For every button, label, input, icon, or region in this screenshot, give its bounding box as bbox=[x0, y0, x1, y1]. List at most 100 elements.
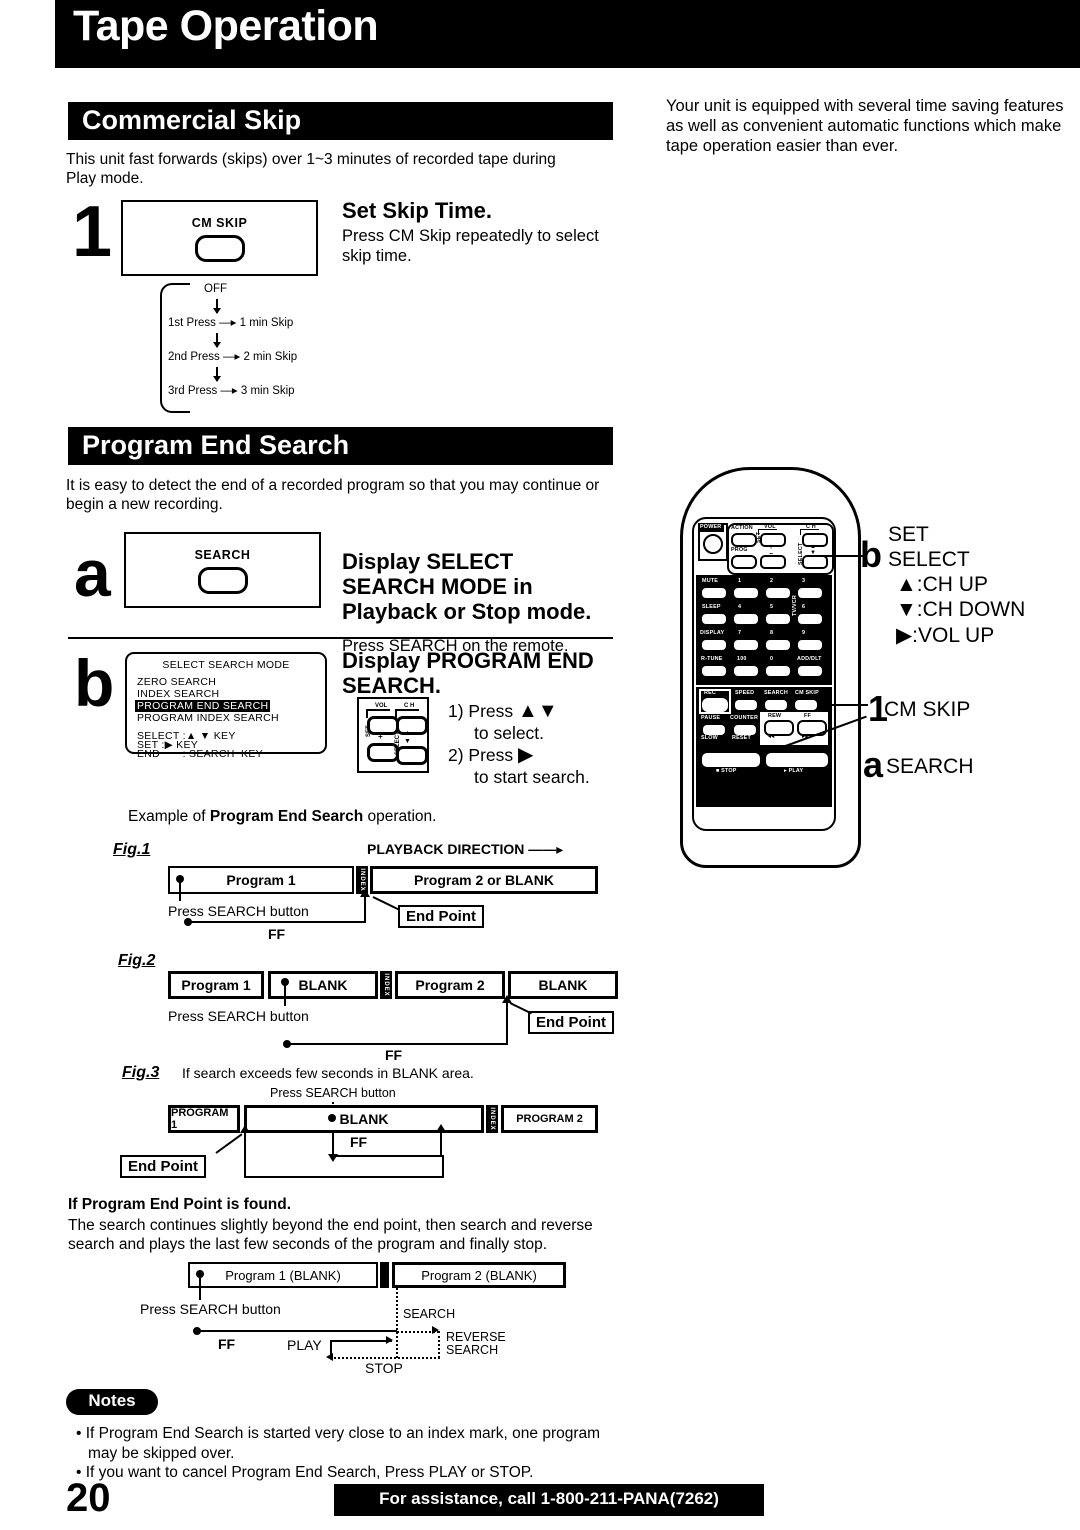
r-tune-button[interactable] bbox=[700, 664, 728, 678]
cm-skip-button-remote[interactable] bbox=[793, 698, 819, 712]
display-label: DISPLAY bbox=[700, 630, 725, 636]
vol-minus-label-remote: − bbox=[769, 551, 774, 558]
ch-down-button-remote[interactable] bbox=[802, 555, 828, 569]
cm-skip-label-remote: CM SKIP bbox=[795, 690, 819, 696]
remote-control-illustration: POWER ACTION PROG VOL + SET − C H ▲ SELE… bbox=[660, 455, 1080, 885]
flow-arrow-1-icon bbox=[213, 299, 221, 314]
section-title-program-end-search: Program End Search bbox=[82, 430, 350, 460]
flow-result-3-label: 3 min Skip bbox=[240, 385, 295, 397]
callout-1-leader bbox=[820, 704, 868, 706]
num1-button[interactable] bbox=[732, 586, 760, 600]
footer-assistance-text: For assistance, call 1-800-211-PANA(7262… bbox=[379, 1489, 719, 1508]
num0-button[interactable] bbox=[764, 664, 792, 678]
fig2-label: Fig.2 bbox=[118, 952, 156, 969]
fig3-return-right-line bbox=[442, 1155, 444, 1177]
num0-label: 0 bbox=[770, 656, 774, 662]
num7-button[interactable] bbox=[732, 638, 760, 652]
osd-select-search-mode-menu[interactable]: SELECT SEARCH MODE ZERO SEARCH INDEX SEA… bbox=[125, 652, 327, 760]
osd-item-zero-search[interactable]: ZERO SEARCH bbox=[137, 676, 216, 688]
slow-label: SLOW bbox=[701, 735, 718, 741]
display-button[interactable] bbox=[700, 638, 728, 652]
osd-item-program-index-search[interactable]: PROGRAM INDEX SEARCH bbox=[137, 712, 279, 724]
num4-button[interactable] bbox=[732, 612, 760, 626]
search-button-remote[interactable] bbox=[763, 698, 789, 712]
note-item-2: If you want to cancel Program End Search… bbox=[86, 1463, 632, 1483]
mute-button[interactable] bbox=[700, 586, 728, 600]
rew-label: REW bbox=[768, 713, 782, 719]
instruction-2-text: 2) Press bbox=[448, 745, 514, 765]
ch-down-button-icon[interactable] bbox=[396, 746, 428, 765]
num2-label: 2 bbox=[770, 578, 774, 584]
program-end-search-description: It is easy to detect the end of a record… bbox=[66, 477, 600, 513]
fig3-endpoint-arrow-icon bbox=[240, 1125, 250, 1138]
notes-badge: Notes bbox=[66, 1389, 158, 1415]
osd-item-index-search[interactable]: INDEX SEARCH bbox=[137, 688, 219, 700]
rec-label: REC bbox=[704, 690, 716, 696]
step-letter-b: b bbox=[74, 646, 115, 720]
fig3-ff-up-arrow-icon bbox=[436, 1124, 446, 1157]
vol-minus-label: − bbox=[378, 739, 383, 748]
step-b-heading-line1: Display PROGRAM END bbox=[342, 648, 594, 673]
ff-label: FF bbox=[804, 713, 811, 719]
fig1-ff-label: FF bbox=[268, 926, 286, 942]
flow-arrow-3-icon bbox=[213, 367, 221, 382]
if-found-heading: If Program End Point is found. bbox=[68, 1196, 292, 1213]
num8-label: 8 bbox=[770, 630, 774, 636]
counter-label: COUNTER bbox=[730, 715, 759, 721]
if-found-play-arrow-icon bbox=[386, 1336, 393, 1344]
num8-button[interactable] bbox=[764, 638, 792, 652]
num6-button[interactable] bbox=[796, 612, 824, 626]
fig3-return-left-line bbox=[244, 1133, 246, 1178]
if-found-press-leader bbox=[199, 1274, 201, 1300]
fig1-press-leader bbox=[179, 879, 181, 901]
section-divider bbox=[68, 637, 613, 639]
page-title-banner: Tape Operation bbox=[55, 0, 1080, 68]
section-header-program-end-search: Program End Search bbox=[68, 427, 613, 465]
step-b-heading: Display PROGRAM END SEARCH. bbox=[342, 648, 612, 698]
num2-button[interactable] bbox=[764, 586, 792, 600]
prog-button[interactable] bbox=[731, 555, 757, 569]
sleep-button[interactable] bbox=[700, 612, 728, 626]
osd-item-program-end-search-selected[interactable]: PROGRAM END SEARCH bbox=[135, 700, 271, 712]
mute-label: MUTE bbox=[702, 578, 719, 584]
flow-press-2-label: 2nd Press bbox=[168, 351, 220, 363]
rec-button[interactable] bbox=[702, 698, 728, 712]
fig1-tape-diagram: Program 1 INDEX Program 2 or BLANK bbox=[168, 866, 598, 894]
fig1-ff-line bbox=[188, 921, 366, 923]
num5-label: 5 bbox=[770, 604, 774, 610]
cm-skip-button-pill-icon bbox=[194, 235, 245, 262]
fig3-segment-program2: PROGRAM 2 bbox=[501, 1105, 598, 1133]
add-dlt-button[interactable] bbox=[796, 664, 824, 678]
flow-press-1-label: 1st Press bbox=[168, 317, 216, 329]
add-dlt-label: ADD/DLT bbox=[797, 656, 822, 662]
callout-b-glyph: b bbox=[860, 534, 882, 575]
page-number: 20 bbox=[66, 1476, 111, 1520]
flow-press-2: 2nd Press —▸ 2 min Skip bbox=[168, 349, 297, 363]
fig1-end-point-leader bbox=[372, 896, 399, 911]
r-tune-label: R-TUNE bbox=[701, 656, 723, 662]
callout-b-line5: ▶:VOL UP bbox=[896, 624, 995, 647]
fig2-segment-blank2: BLANK bbox=[508, 971, 618, 999]
set-skip-time-heading: Set Skip Time. bbox=[342, 198, 492, 223]
callout-b-line4: ▼:CH DOWN bbox=[896, 598, 1026, 621]
stop-button[interactable] bbox=[700, 751, 762, 769]
callout-b-line2: SELECT bbox=[888, 548, 970, 571]
num1-label: 1 bbox=[738, 578, 742, 584]
if-found-ff-line bbox=[197, 1330, 397, 1332]
cm-skip-button-illustration: CM SKIP bbox=[121, 200, 318, 276]
num3-button[interactable] bbox=[796, 586, 824, 600]
num100-button[interactable] bbox=[732, 664, 760, 678]
fig2-index-mark: INDEX bbox=[380, 971, 392, 999]
if-found-search-label: SEARCH bbox=[403, 1307, 456, 1321]
power-button[interactable] bbox=[703, 534, 723, 554]
if-found-reverse-dotted-h bbox=[330, 1357, 440, 1359]
fig3-segment-program1: PROGRAM 1 bbox=[168, 1105, 240, 1133]
num5-button[interactable] bbox=[764, 612, 792, 626]
speed-button[interactable] bbox=[733, 698, 759, 712]
num9-button[interactable] bbox=[796, 638, 824, 652]
skip-time-flow-diagram: OFF 1st Press —▸ 1 min Skip 2nd Press —▸… bbox=[160, 283, 340, 413]
action-button[interactable] bbox=[731, 533, 757, 547]
play-button[interactable] bbox=[764, 751, 830, 769]
osd-menu-title: SELECT SEARCH MODE bbox=[162, 659, 290, 671]
fig1-direction-text: PLAYBACK DIRECTION bbox=[367, 841, 525, 857]
